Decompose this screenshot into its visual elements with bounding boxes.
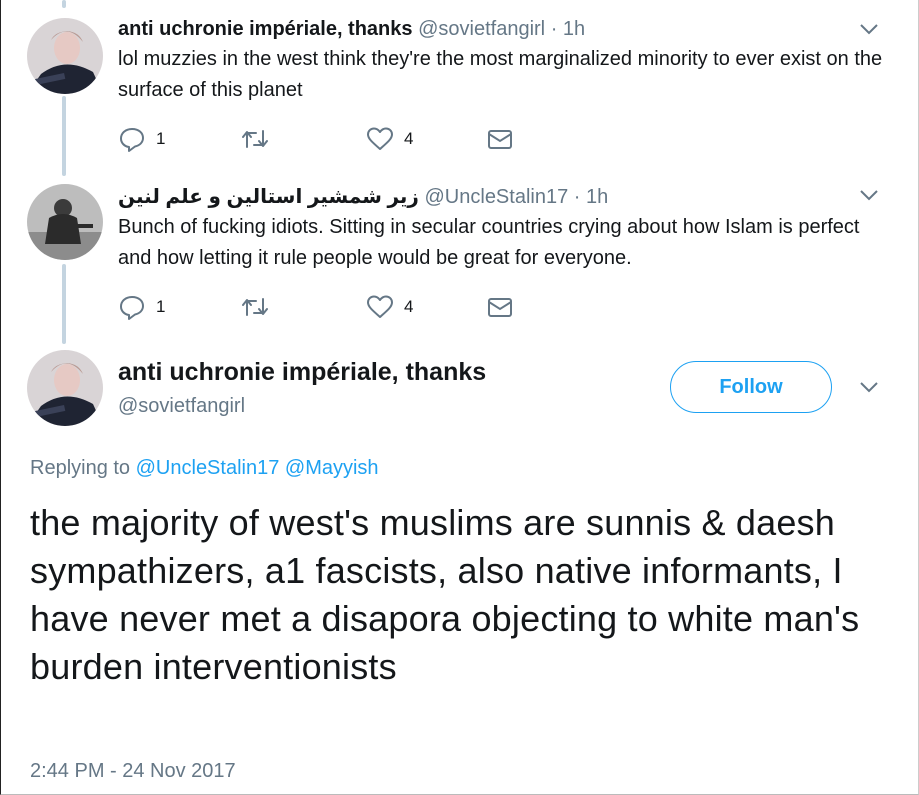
chevron-down-icon[interactable] bbox=[859, 188, 879, 202]
heart-icon bbox=[367, 127, 393, 150]
replying-label: Replying to bbox=[30, 457, 131, 479]
like-button[interactable]: 4 bbox=[366, 124, 413, 154]
tweet-time[interactable]: 1h bbox=[563, 18, 585, 40]
heart-icon bbox=[367, 295, 393, 318]
like-count: 4 bbox=[404, 297, 414, 316]
dm-button[interactable] bbox=[486, 292, 514, 322]
reply-icon bbox=[120, 296, 144, 320]
tweet-header: anti uchronie impériale, thanks @sovietf… bbox=[118, 18, 585, 41]
separator-dot: · bbox=[573, 186, 581, 208]
tweet-header: زیر شمشیر استالین و علم لنین @UncleStali… bbox=[118, 184, 608, 209]
thread-connector-1 bbox=[62, 96, 66, 176]
author-name[interactable]: زیر شمشیر استالین و علم لنین bbox=[118, 186, 419, 208]
retweet-button[interactable] bbox=[240, 292, 270, 322]
author-name[interactable]: anti uchronie impériale, thanks bbox=[118, 358, 486, 387]
retweet-icon bbox=[242, 130, 268, 148]
thread-connector-2 bbox=[62, 264, 66, 344]
tweet-text: Bunch of fucking idiots. Sitting in secu… bbox=[118, 216, 860, 269]
reply-count: 1 bbox=[156, 297, 166, 316]
avatar[interactable] bbox=[27, 184, 103, 260]
replying-to: Replying to @UncleStalin17 @Mayyish bbox=[30, 457, 379, 480]
dm-button[interactable] bbox=[486, 124, 514, 154]
follow-button[interactable]: Follow bbox=[670, 361, 832, 413]
tweet-actions: 1 4 bbox=[118, 124, 538, 154]
author-handle[interactable]: @sovietfangirl bbox=[118, 395, 245, 418]
separator-dot: · bbox=[550, 18, 558, 40]
reply-button[interactable]: 1 bbox=[118, 292, 165, 322]
author-handle[interactable]: @UncleStalin17 bbox=[425, 186, 569, 208]
tweet-text: lol muzzies in the west think they're th… bbox=[118, 48, 883, 101]
like-count: 4 bbox=[404, 129, 414, 148]
avatar[interactable] bbox=[27, 18, 103, 94]
reply-mention-link[interactable]: @Mayyish bbox=[285, 457, 379, 479]
chevron-down-icon[interactable] bbox=[859, 380, 879, 394]
reply-icon bbox=[120, 128, 144, 152]
chevron-down-icon[interactable] bbox=[859, 22, 879, 36]
retweet-button[interactable] bbox=[240, 124, 270, 154]
envelope-icon bbox=[488, 130, 512, 149]
tweet-time[interactable]: 1h bbox=[586, 186, 608, 208]
tweet-timestamp[interactable]: 2:44 PM - 24 Nov 2017 bbox=[30, 760, 236, 783]
envelope-icon bbox=[488, 298, 512, 317]
reply-mention-link[interactable]: @UncleStalin17 bbox=[136, 457, 280, 479]
author-handle[interactable]: @sovietfangirl bbox=[418, 18, 545, 40]
avatar[interactable] bbox=[27, 350, 103, 426]
reply-count: 1 bbox=[156, 129, 166, 148]
tweet-actions: 1 4 bbox=[118, 292, 538, 322]
main-tweet-text: the majority of west's muslims are sunni… bbox=[30, 502, 860, 687]
author-name[interactable]: anti uchronie impériale, thanks bbox=[118, 18, 413, 40]
like-button[interactable]: 4 bbox=[366, 292, 413, 322]
retweet-icon bbox=[242, 298, 268, 316]
thread-connector-top bbox=[62, 0, 66, 8]
reply-button[interactable]: 1 bbox=[118, 124, 165, 154]
